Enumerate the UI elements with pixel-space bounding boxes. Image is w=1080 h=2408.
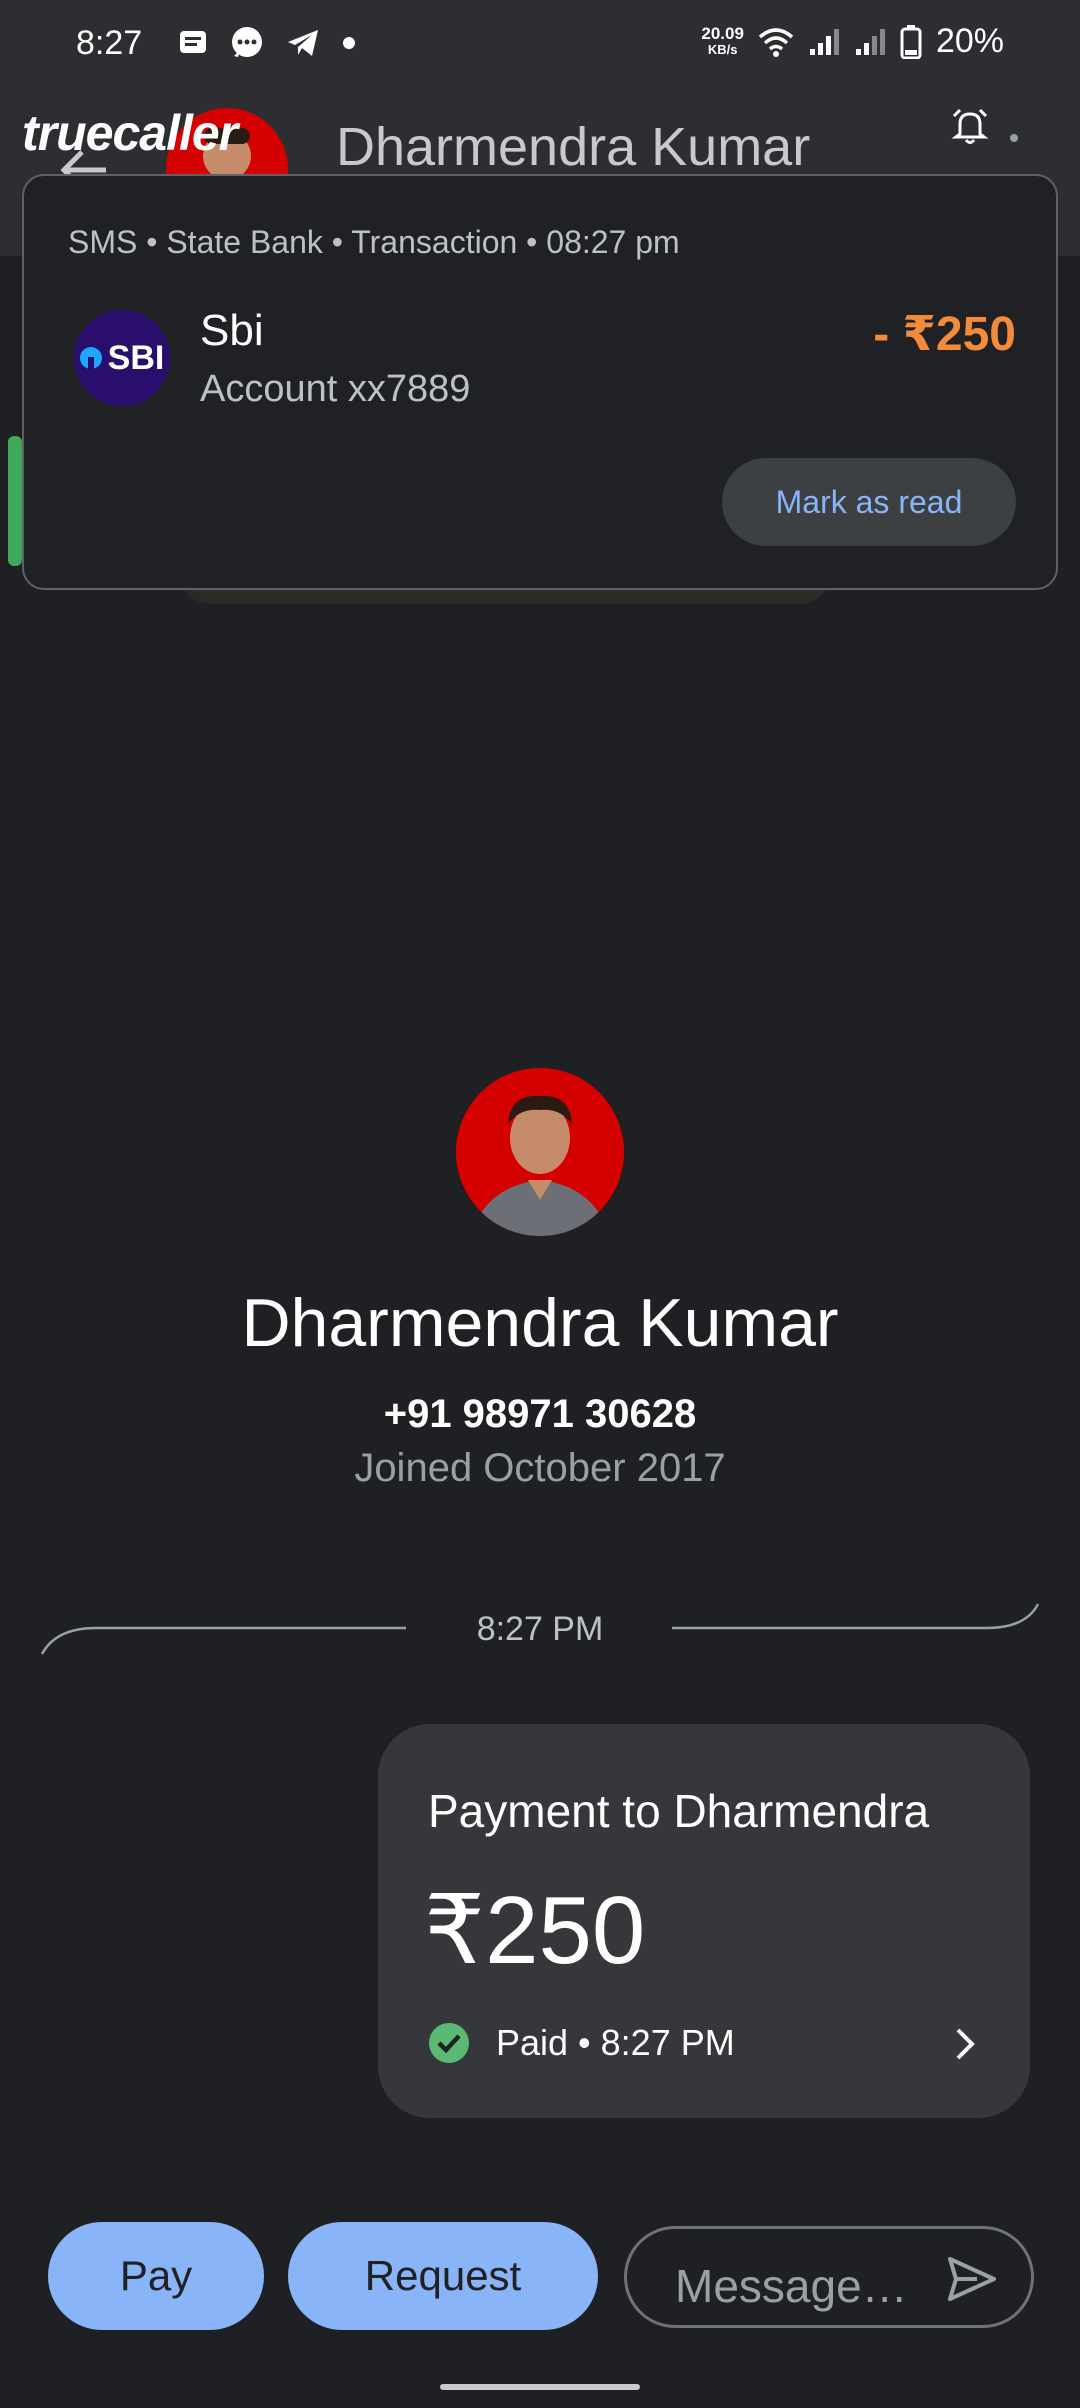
payment-title: Payment to Dharmendra xyxy=(428,1785,930,1837)
signal-icon-2 xyxy=(855,28,885,55)
status-bar: 8:27 20.09 KB/s 20% xyxy=(0,0,1080,88)
payment-card[interactable]: Payment to Dharmendra ₹250 Paid • 8:27 P… xyxy=(378,1724,1030,2118)
notification-title: Sbi xyxy=(200,306,264,355)
send-icon xyxy=(948,2257,996,2301)
notification-icons xyxy=(178,26,356,60)
alarm-bell-button[interactable] xyxy=(950,106,1034,151)
message-placeholder: Message… xyxy=(675,2260,908,2312)
overflow-menu-icon[interactable] xyxy=(994,126,1034,146)
profile-name: Dharmendra Kumar xyxy=(241,1285,839,1361)
profile-phone: +91 98971 30628 xyxy=(383,1392,697,1436)
check-circle-icon xyxy=(429,2023,469,2063)
divider-time: 8:27 PM xyxy=(476,1610,604,1648)
chevron-right-icon xyxy=(956,2028,975,2060)
battery-icon xyxy=(900,24,922,59)
sbi-logo-text: SBI xyxy=(107,338,165,377)
message-icon xyxy=(180,31,206,53)
dot-icon xyxy=(343,37,355,49)
notification-header: SMS • State Bank • Transaction • 08:27 p… xyxy=(68,224,680,260)
payment-details-button[interactable] xyxy=(954,2026,978,2067)
battery-percent: 20% xyxy=(935,22,1004,60)
telegram-icon xyxy=(288,30,318,56)
chat-icon xyxy=(232,27,262,57)
transaction-notification[interactable]: SMS • State Bank • Transaction • 08:27 p… xyxy=(22,174,1058,590)
notification-account: Account xx7889 xyxy=(200,368,471,410)
status-right: 20.09 KB/s 20% xyxy=(701,22,1004,61)
send-button[interactable] xyxy=(947,2255,997,2308)
payment-status-text: Paid • 8:27 PM xyxy=(496,2022,735,2063)
profile-avatar[interactable] xyxy=(456,1068,624,1236)
sbi-keyhole-icon xyxy=(79,347,102,369)
home-indicator[interactable] xyxy=(440,2384,640,2390)
payment-status: Paid • 8:27 PM xyxy=(428,2022,735,2064)
appbar-contact-name: Dharmendra Kumar xyxy=(336,117,811,177)
request-button[interactable]: Request xyxy=(288,2222,598,2330)
mark-as-read-button[interactable]: Mark as read xyxy=(722,458,1016,546)
signal-icon xyxy=(809,28,839,55)
network-speed: 20.09 KB/s xyxy=(701,23,744,58)
payment-amount: ₹250 xyxy=(424,1877,646,1984)
sbi-logo: SBI xyxy=(74,310,170,406)
alarm-bell-icon xyxy=(951,108,989,144)
left-edge-indicator xyxy=(8,436,22,566)
speed-unit: KB/s xyxy=(707,41,738,57)
speed-value: 20.09 xyxy=(701,23,744,43)
wifi-icon xyxy=(758,27,794,57)
pay-button[interactable]: Pay xyxy=(48,2222,264,2330)
truecaller-logo: truecaller xyxy=(22,105,238,161)
message-input[interactable]: Message… xyxy=(624,2226,1034,2328)
status-time: 8:27 xyxy=(76,24,143,62)
notification-amount: - ₹250 xyxy=(873,308,1016,361)
profile-joined: Joined October 2017 xyxy=(354,1446,726,1490)
